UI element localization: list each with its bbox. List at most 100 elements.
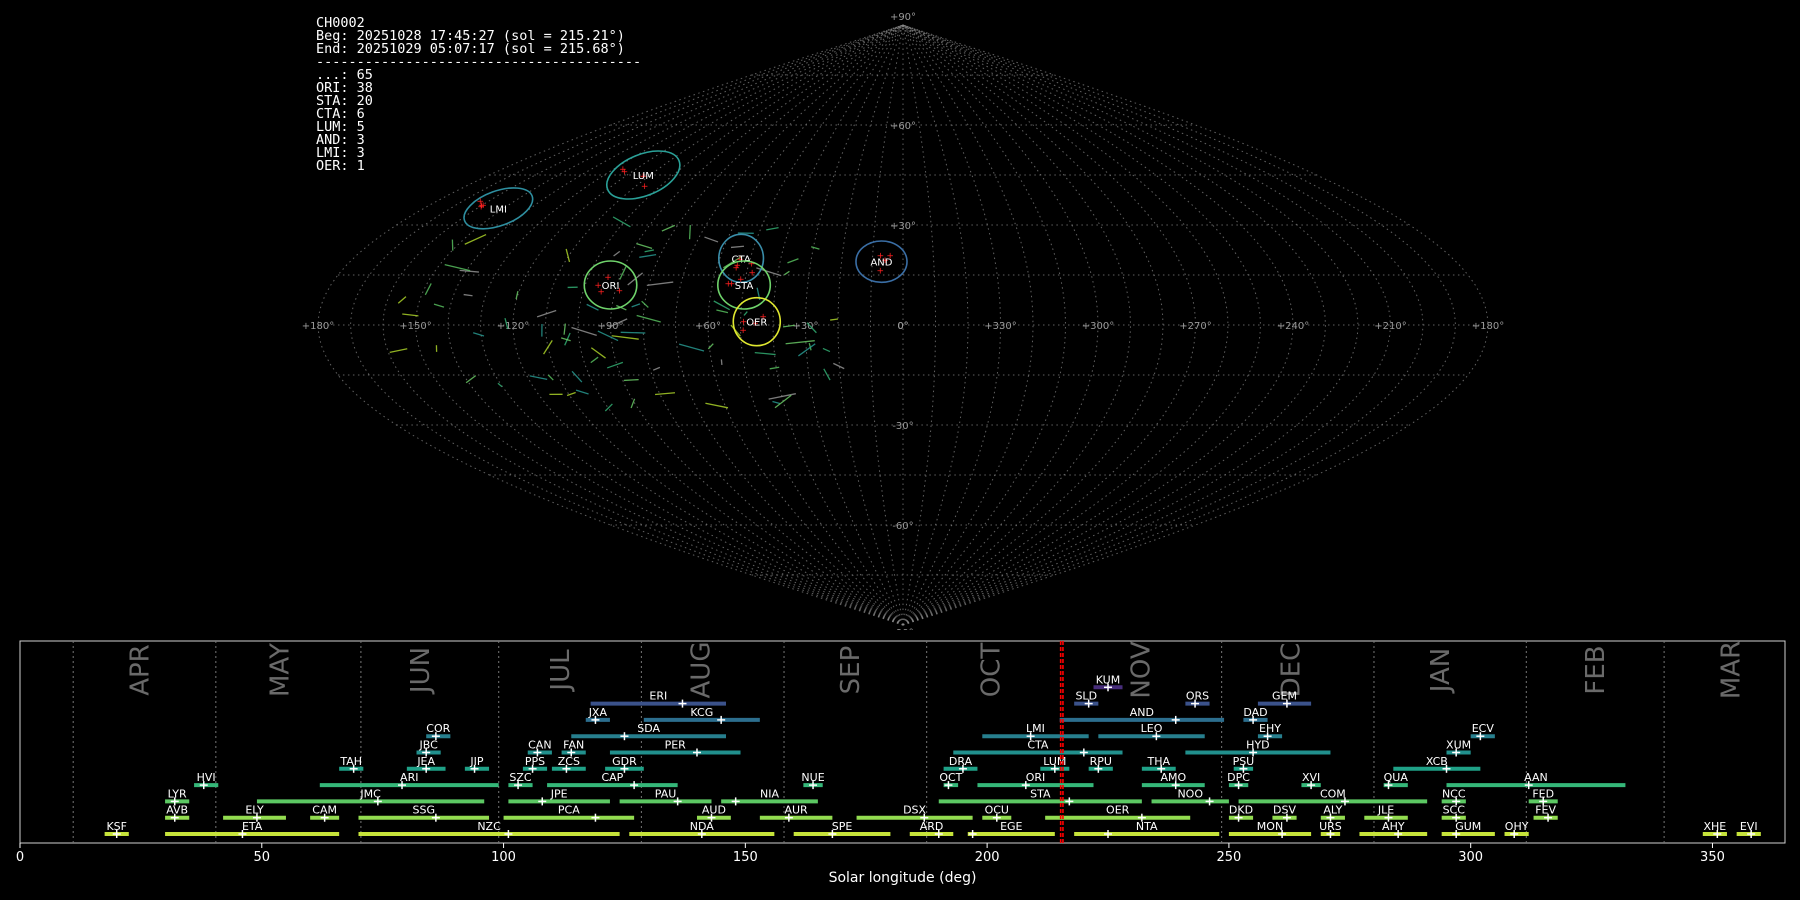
shower-label: XUM [1446,739,1471,752]
shower-ksf: KSF [104,820,129,838]
meteor-trail [730,245,745,249]
shower-label: NDA [690,820,715,833]
shower-label: PER [665,739,687,752]
radiant-label: CTA [732,254,751,265]
meteor-trail [424,283,432,296]
meteor-trail [571,326,597,337]
lon-label: +150° [399,321,431,332]
lon-label: +180° [302,321,334,332]
month-label: NOV [1126,641,1156,698]
shower-label: KCG [690,706,713,719]
shower-label: OCT [939,771,962,784]
shower-label: JBC [418,739,438,752]
shower-label: SZC [509,771,532,784]
shower-fev: FEV [1533,804,1558,822]
shower-label: KUM [1096,673,1120,686]
x-tick-label: 350 [1700,850,1725,865]
meteor-trail [620,331,646,334]
shower-label: EGE [1000,820,1022,833]
meteor-trail [590,356,599,364]
meteor-trail [547,374,554,381]
shower-xum: XUM [1446,739,1471,757]
meteor-trail [716,309,729,314]
meteor-trail [787,258,799,264]
x-tick-label: 250 [1216,850,1241,865]
shower-cam: CAM [310,804,340,822]
shower-label: GEM [1272,690,1297,703]
shower-label: XHE [1704,820,1727,833]
meteor-trail [772,400,781,405]
shower-label: SLD [1075,690,1097,703]
radiant-label: STA [735,281,754,292]
meteor-trail [497,382,503,388]
shower-label: JPE [550,787,568,800]
shower-qua: QUA [1384,771,1408,790]
shower-label: ELY [245,804,264,817]
meteor-trail [619,265,627,280]
meteor-trail [575,389,589,395]
shower-label: SSG [413,804,436,817]
shower-label: JXA [588,706,608,719]
meteor-trail [639,253,657,258]
shower-label: CAM [312,804,337,817]
radiant-ori: ++++ORI [583,260,638,310]
shower-label: AUD [702,804,726,817]
shower-avb: AVB [165,804,190,822]
month-label: AUG [686,642,716,699]
meteor-trail [464,233,487,245]
shower-label: LYR [168,787,187,800]
shower-cor: COR [426,722,451,741]
sky-map: +90°+60°+30°0°-30°-60°-90°+180°+150°+120… [302,12,1504,630]
x-tick-label: 150 [733,850,758,865]
lat-label: +60° [890,121,916,132]
shower-label: HYD [1246,739,1269,752]
shower-tah: TAH [339,755,364,773]
x-tick-label: 300 [1458,850,1483,865]
shower-ecv: ECV [1470,722,1495,741]
shower-label: PCA [558,804,580,817]
shower-label: JEA [416,755,435,768]
shower-dpc: DPC [1227,771,1250,790]
lat-label: +30° [890,221,916,232]
meteor-trail [590,347,606,359]
radiant-lum: ++++ LUM [606,150,681,200]
shower-label: ORI [1026,771,1046,784]
shower-ocu: OCU [982,804,1012,822]
shower-jxa: JXA [585,706,610,724]
meteor-trail [606,361,624,369]
lon-label: +240° [1277,321,1309,332]
meteor-trail [661,224,676,232]
shower-ncc: NCC [1441,787,1466,806]
radiant-label: LUM [633,171,654,182]
shower-label: NTA [1136,820,1158,833]
shower-label: OER [1106,804,1130,817]
meteor-trail [536,309,557,318]
shower-label: EHY [1259,722,1281,735]
month-label: JUL [546,649,576,693]
lon-label: +60° [695,321,721,332]
lon-label: +210° [1374,321,1406,332]
shower-label: FAN [563,739,584,752]
shower-label: JLE [1377,804,1394,817]
shower-timeline-chart: APR MAY JUN JUL AUG SEP OCT NOV DEC JAN FEB MARKSF E… [16,640,1786,886]
x-tick-label: 0 [16,850,24,865]
lat-label: -60° [892,521,913,532]
meteor-trail [823,368,831,381]
shower-label: LEO [1141,722,1163,735]
shower-label: JIP [469,755,483,768]
meteor-trail [797,343,816,357]
radiant-and: + +++AND [855,240,908,284]
radiant-point: + [748,269,756,279]
lon-label: +120° [497,321,529,332]
shower-psu: PSU [1233,755,1254,773]
meteor-trail [402,313,419,317]
meteor-trail [785,340,815,345]
x-tick-label: 200 [975,850,1000,865]
shower-label: DPC [1227,771,1250,784]
meteor-trail [623,378,639,382]
shower-label: FEV [1535,804,1556,817]
shower-urs: URS [1319,820,1342,838]
meteor-trail [636,243,653,250]
shower-szc: SZC [508,771,533,790]
meteor-trail [529,375,548,381]
